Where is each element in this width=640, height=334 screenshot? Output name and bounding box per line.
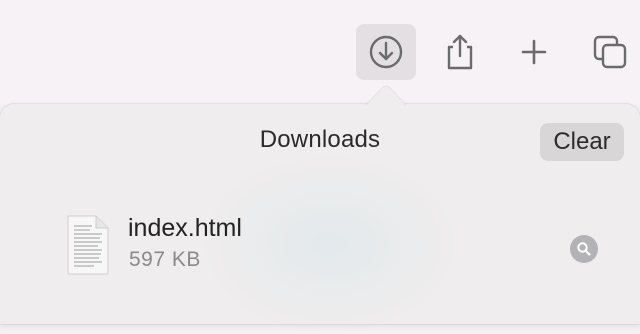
download-icon — [369, 35, 403, 69]
browser-toolbar — [0, 0, 640, 104]
new-tab-button[interactable] — [504, 24, 564, 80]
magnifier-icon — [577, 242, 591, 256]
document-icon — [67, 215, 109, 275]
share-button[interactable] — [430, 24, 490, 80]
download-file-size: 597 KB — [129, 248, 201, 271]
download-file-name: index.html — [128, 214, 242, 242]
share-icon — [447, 34, 473, 70]
clear-button[interactable]: Clear — [540, 123, 624, 161]
popover-background — [200, 154, 460, 334]
downloads-button[interactable] — [356, 24, 416, 80]
plus-icon — [521, 39, 547, 65]
tabs-overview-icon — [593, 35, 627, 69]
tab-overview-button[interactable] — [580, 24, 640, 80]
popover-arrow — [366, 85, 406, 105]
show-in-finder-button[interactable] — [570, 235, 598, 263]
